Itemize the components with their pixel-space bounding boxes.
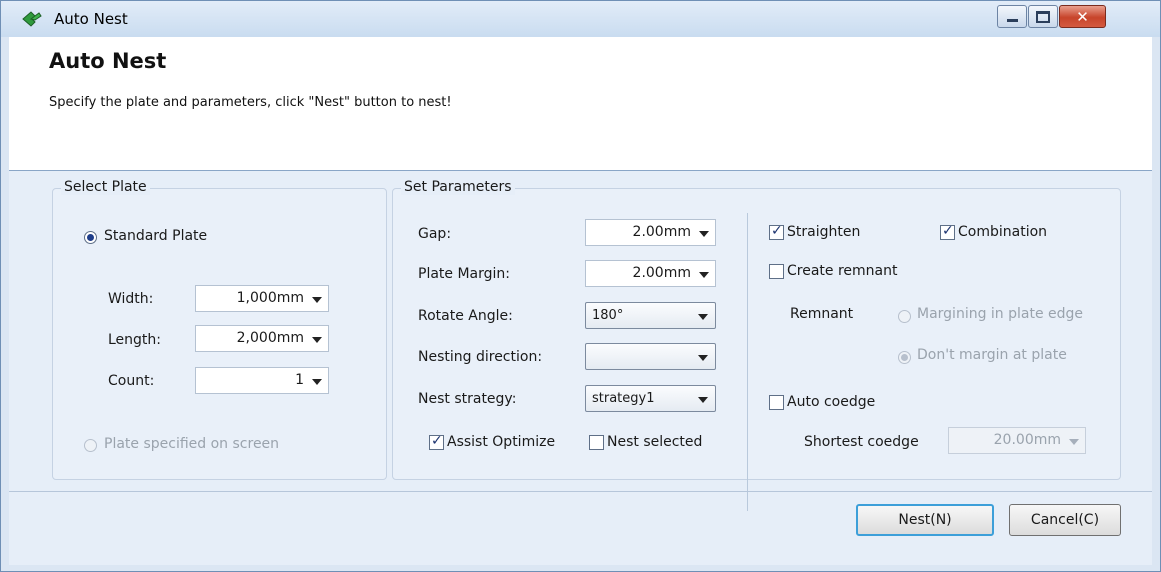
auto-nest-window: Auto Nest ✕ Auto Nest Specify the plate … (0, 0, 1161, 572)
straighten-label[interactable]: Straighten (787, 224, 860, 240)
gap-input[interactable]: 2.00mm (585, 219, 716, 246)
nesting-direction-select[interactable] (585, 343, 716, 370)
screen-plate-radio[interactable] (84, 439, 97, 452)
margining-radio[interactable] (898, 310, 911, 323)
plate-margin-input[interactable]: 2.00mm (585, 260, 716, 287)
create-remnant-label[interactable]: Create remnant (787, 263, 897, 279)
shortest-coedge-input[interactable]: 20.00mm (948, 427, 1086, 454)
rotate-angle-label: Rotate Angle: (418, 308, 513, 324)
maximize-button[interactable] (1028, 5, 1058, 28)
width-input[interactable]: 1,000mm (195, 285, 329, 312)
nest-selected-checkbox[interactable] (589, 435, 604, 450)
select-plate-group: Select Plate Standard Plate Width: 1,000… (52, 179, 387, 480)
shortest-coedge-label: Shortest coedge (804, 434, 919, 450)
rotate-angle-chevron-icon (698, 314, 708, 320)
window-title: Auto Nest (54, 10, 128, 28)
minimize-button[interactable] (997, 5, 1027, 28)
plate-margin-label: Plate Margin: (418, 266, 510, 282)
combination-checkbox[interactable] (940, 223, 955, 240)
margining-label[interactable]: Margining in plate edge (917, 306, 1083, 322)
plate-margin-dropdown-icon[interactable] (699, 272, 709, 278)
nesting-direction-label: Nesting direction: (418, 349, 543, 365)
nest-strategy-label: Nest strategy: (418, 391, 517, 407)
shortest-coedge-dropdown-icon[interactable] (1069, 439, 1079, 445)
select-plate-legend: Select Plate (61, 179, 150, 195)
cancel-button[interactable]: Cancel(C) (1009, 504, 1121, 536)
straighten-checkbox[interactable] (769, 223, 784, 240)
count-label: Count: (108, 373, 155, 389)
combination-label[interactable]: Combination (958, 224, 1047, 240)
auto-coedge-label[interactable]: Auto coedge (787, 394, 875, 410)
close-icon: ✕ (1076, 7, 1089, 26)
app-icon (22, 11, 42, 27)
close-button[interactable]: ✕ (1059, 5, 1106, 28)
width-dropdown-icon[interactable] (312, 297, 322, 303)
assist-optimize-checkbox[interactable] (429, 433, 444, 450)
nest-strategy-select[interactable]: strategy1 (585, 385, 716, 412)
page-title: Auto Nest (49, 49, 167, 73)
nest-strategy-chevron-icon (698, 397, 708, 403)
gap-label: Gap: (418, 226, 452, 242)
auto-coedge-checkbox[interactable] (769, 395, 784, 410)
footer-divider (9, 491, 1152, 492)
create-remnant-checkbox[interactable] (769, 264, 784, 279)
dont-margin-radio[interactable] (898, 351, 911, 364)
count-input[interactable]: 1 (195, 367, 329, 394)
maximize-icon (1036, 10, 1050, 23)
length-label: Length: (108, 332, 162, 348)
length-input[interactable]: 2,000mm (195, 325, 329, 352)
length-dropdown-icon[interactable] (312, 337, 322, 343)
remnant-label: Remnant (790, 306, 854, 322)
standard-plate-label[interactable]: Standard Plate (104, 228, 207, 244)
parameters-divider (747, 213, 748, 511)
set-parameters-legend: Set Parameters (401, 179, 515, 195)
nest-selected-label[interactable]: Nest selected (607, 434, 702, 450)
dont-margin-label[interactable]: Don't margin at plate (917, 347, 1067, 363)
assist-optimize-label[interactable]: Assist Optimize (447, 434, 555, 450)
nesting-direction-chevron-icon (698, 355, 708, 361)
count-dropdown-icon[interactable] (312, 379, 322, 385)
width-label: Width: (108, 291, 154, 307)
dialog-header: Auto Nest Specify the plate and paramete… (9, 37, 1152, 170)
screen-plate-label[interactable]: Plate specified on screen (104, 436, 279, 452)
rotate-angle-select[interactable]: 180° (585, 302, 716, 329)
title-bar[interactable]: Auto Nest ✕ (1, 1, 1160, 37)
minimize-icon (1006, 18, 1018, 22)
standard-plate-radio[interactable] (84, 231, 97, 244)
set-parameters-group: Set Parameters Gap: 2.00mm Plate Margin:… (392, 179, 1121, 511)
nest-button[interactable]: Nest(N) (856, 504, 994, 536)
header-description: Specify the plate and parameters, click … (49, 95, 452, 110)
gap-dropdown-icon[interactable] (699, 231, 709, 237)
